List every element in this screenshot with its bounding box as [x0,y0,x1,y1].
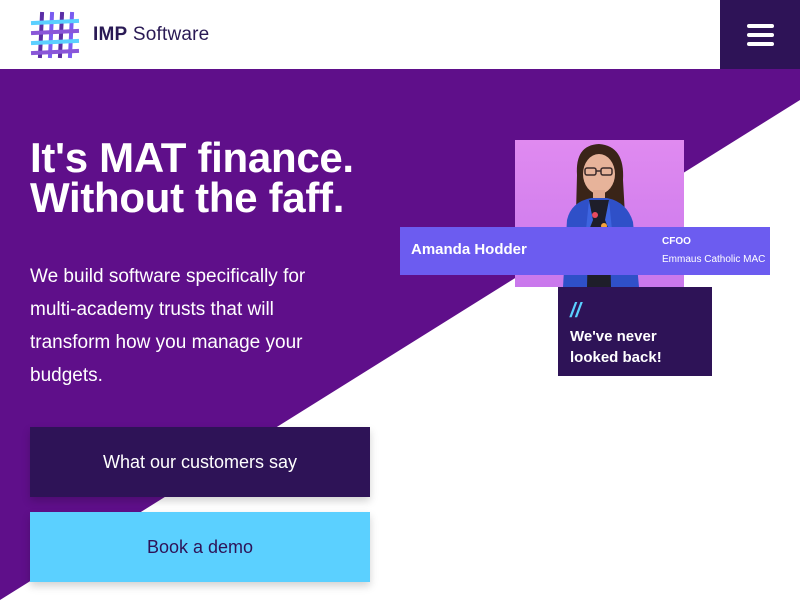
hero-headline: It's MAT finance. Without the faff. [30,134,354,221]
site-header: IMP Software [0,0,800,69]
hashtag-lattice-icon [30,11,80,59]
hamburger-menu-icon [746,23,774,28]
brand-logo[interactable]: IMP Software [30,10,209,60]
hamburger-menu-icon-bar-3 [746,41,774,46]
headline-line-2: Without the faff. [30,174,345,221]
brand-name: IMP Software [93,24,209,46]
testimonial-role: CFOO [662,236,691,247]
menu-button[interactable] [720,0,800,69]
brand-name-bold: IMP [93,24,128,45]
hero-subtext: We build software specifically for multi… [30,266,306,386]
testimonial-organisation: Emmaus Catholic MAC [662,254,766,265]
brand-name-rest: Software [127,24,210,45]
quote-mark-icon: // [570,300,582,322]
testimonial-name: Amanda Hodder [411,241,527,258]
book-demo-button[interactable]: Book a demo [30,512,370,582]
customers-say-button[interactable]: What our customers say [30,427,370,497]
headline-line-1: It's MAT finance. [30,134,354,181]
testimonial-quote: We've never looked back! [570,328,662,366]
hamburger-menu-icon-bar-2 [746,32,774,37]
